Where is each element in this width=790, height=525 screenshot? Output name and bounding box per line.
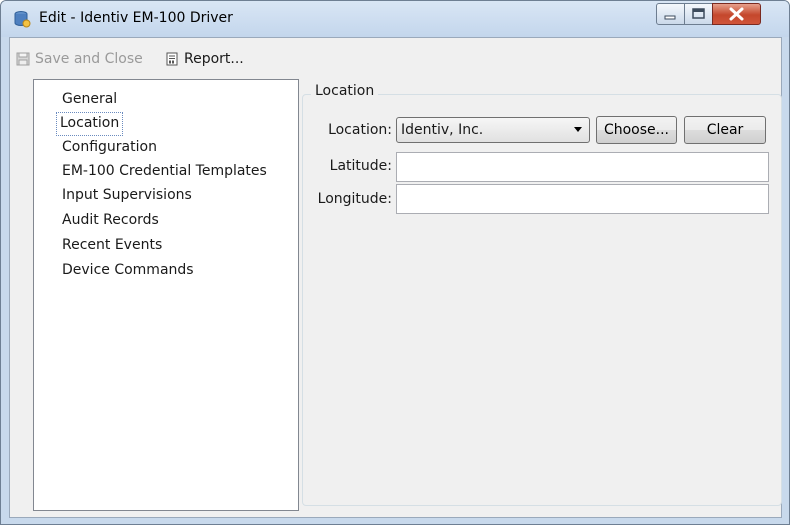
minimize-button[interactable] bbox=[656, 3, 685, 25]
save-and-close-label: Save and Close bbox=[35, 51, 143, 67]
window-title: Edit - Identiv EM-100 Driver bbox=[39, 10, 233, 26]
longitude-label: Longitude: bbox=[317, 191, 392, 207]
dialog-client-area: Save and Close Report... General Locatio… bbox=[9, 37, 782, 518]
app-window: Edit - Identiv EM-100 Driver Save and Cl… bbox=[0, 0, 790, 525]
close-button[interactable] bbox=[712, 3, 761, 25]
choose-button[interactable]: Choose... bbox=[596, 116, 677, 144]
tree-item-device-commands[interactable]: Device Commands bbox=[59, 259, 197, 281]
title-bar[interactable]: Edit - Identiv EM-100 Driver bbox=[1, 1, 789, 37]
tree-item-configuration[interactable]: Configuration bbox=[59, 136, 160, 158]
close-icon bbox=[729, 7, 744, 21]
latitude-label: Latitude: bbox=[329, 158, 392, 174]
tree-item-general[interactable]: General bbox=[59, 88, 120, 110]
minimize-icon bbox=[664, 15, 676, 20]
report-icon bbox=[166, 52, 178, 66]
tree-item-location[interactable]: Location bbox=[56, 112, 124, 136]
clear-button[interactable]: Clear bbox=[684, 116, 766, 144]
save-and-close-button[interactable]: Save and Close bbox=[16, 49, 143, 69]
toolbar: Save and Close Report... bbox=[10, 38, 781, 76]
report-button[interactable]: Report... bbox=[165, 49, 244, 69]
chevron-down-icon bbox=[574, 127, 582, 132]
tree-item-recent-events[interactable]: Recent Events bbox=[59, 234, 165, 256]
floppy-disk-icon bbox=[16, 52, 30, 66]
tree-item-input-supervisions[interactable]: Input Supervisions bbox=[59, 184, 195, 206]
report-label: Report... bbox=[184, 51, 244, 67]
tree-item-credential-templates[interactable]: EM-100 Credential Templates bbox=[59, 160, 270, 182]
navigation-tree[interactable]: General Location Configuration EM-100 Cr… bbox=[33, 79, 299, 511]
longitude-field[interactable] bbox=[396, 184, 769, 214]
location-label: Location: bbox=[328, 122, 392, 138]
location-dropdown[interactable]: Identiv, Inc. bbox=[396, 117, 590, 143]
latitude-field[interactable] bbox=[396, 152, 769, 182]
database-icon bbox=[13, 10, 31, 28]
location-dropdown-value: Identiv, Inc. bbox=[401, 122, 484, 138]
tree-item-audit-records[interactable]: Audit Records bbox=[59, 209, 162, 231]
maximize-icon bbox=[692, 8, 705, 19]
location-group-title: Location bbox=[311, 83, 379, 99]
maximize-button[interactable] bbox=[684, 3, 713, 25]
